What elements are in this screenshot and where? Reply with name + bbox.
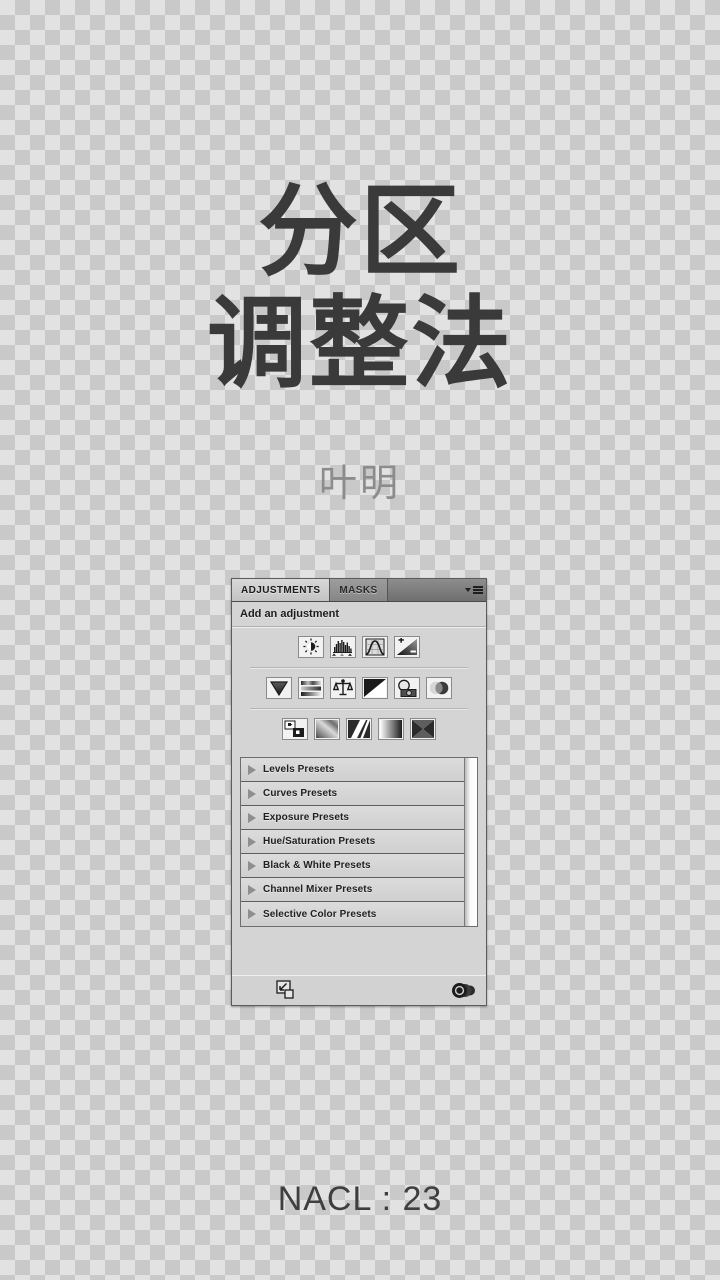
threshold-icon[interactable] [346,718,372,740]
slide-title-block: 分区 调整法 [0,182,720,394]
disclosure-triangle-icon [248,909,256,919]
add-an-adjustment-label: Add an adjustment [240,608,340,620]
preset-label: Selective Color Presets [263,908,377,920]
posterize-icon[interactable] [314,718,340,740]
presets-list: Levels Presets Curves Presets Exposure P… [241,758,464,926]
return-to-adjustment-list-icon[interactable] [452,982,478,1004]
black-white-icon[interactable] [362,677,388,699]
photo-filter-icon[interactable] [394,677,420,699]
disclosure-triangle-icon [248,788,256,799]
preset-label: Hue/Saturation Presets [263,836,376,847]
page-title-line-1: 分区 [258,173,462,290]
preset-label: Channel Mixer Presets [263,884,373,895]
icon-row-divider-1 [250,667,468,669]
page-title-line-2: 调整法 [207,285,513,402]
footer-divider [232,975,486,976]
preset-row-exposure[interactable]: Exposure Presets [241,806,464,830]
panel-menu-icon[interactable] [462,579,486,601]
presets-scrollbar[interactable] [464,758,477,926]
preset-row-selective-color[interactable]: Selective Color Presets [241,902,464,926]
gradient-map-icon[interactable] [378,718,404,740]
panel-tab-bar: ADJUSTMENTS MASKS [232,579,486,602]
panel-header: Add an adjustment [232,602,486,626]
tab-bar-spacer [388,579,462,601]
panel-footer-bar [232,975,486,1005]
disclosure-triangle-icon [248,764,256,775]
disclosure-triangle-icon [248,884,256,895]
invert-icon[interactable] [282,718,308,740]
preset-row-black-white[interactable]: Black & White Presets [241,854,464,878]
disclosure-triangle-icon [248,836,256,847]
preset-label: Exposure Presets [263,812,350,823]
preset-row-levels[interactable]: Levels Presets [241,758,464,782]
channel-mixer-icon[interactable] [426,677,452,699]
vibrance-icon[interactable] [266,677,292,699]
clip-to-layer-icon[interactable] [276,980,298,1005]
preset-row-channel-mixer[interactable]: Channel Mixer Presets [241,878,464,902]
tab-adjustments-label: ADJUSTMENTS [241,584,321,596]
author-name: 叶明 [318,461,401,505]
preset-row-hue-saturation[interactable]: Hue/Saturation Presets [241,830,464,854]
adjustment-icon-area [232,628,486,753]
preset-row-curves[interactable]: Curves Presets [241,782,464,806]
preset-label: Black & White Presets [263,860,371,871]
adjustment-icon-row-1 [232,636,486,658]
selective-color-icon[interactable] [410,718,436,740]
brightness-contrast-icon[interactable] [298,636,324,658]
levels-icon[interactable] [330,636,356,658]
presets-list-container: Levels Presets Curves Presets Exposure P… [240,757,478,927]
chevron-down-icon [465,588,471,592]
slide-footer-label: NACL : 23 [277,1180,443,1218]
curves-icon[interactable] [362,636,388,658]
color-balance-icon[interactable] [330,677,356,699]
preset-label: Curves Presets [263,788,338,799]
disclosure-triangle-icon [248,812,256,823]
tab-masks-label: MASKS [339,584,378,596]
hamburger-icon [473,586,483,594]
adjustments-panel: ADJUSTMENTS MASKS Add an adjustment Leve… [231,578,487,1006]
tab-adjustments[interactable]: ADJUSTMENTS [232,579,331,601]
icon-row-divider-2 [250,708,468,710]
preset-label: Levels Presets [263,764,335,775]
hue-saturation-icon[interactable] [298,677,324,699]
exposure-icon[interactable] [394,636,420,658]
disclosure-triangle-icon [248,860,256,871]
adjustment-icon-row-2 [232,677,486,699]
tab-masks[interactable]: MASKS [330,579,388,601]
adjustment-icon-row-3 [232,718,486,740]
